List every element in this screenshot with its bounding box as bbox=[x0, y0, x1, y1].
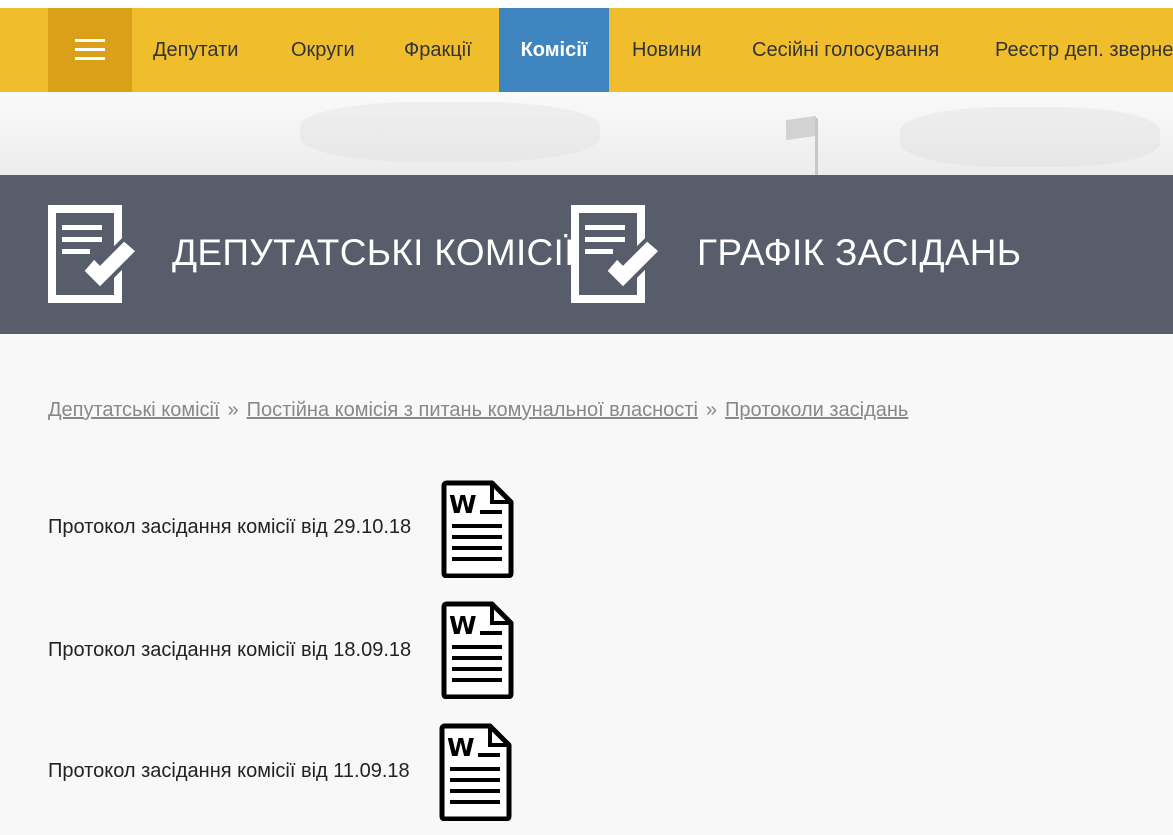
nav-item-session-votes[interactable]: Сесійні голосування bbox=[752, 8, 939, 92]
word-document-icon[interactable]: W bbox=[440, 601, 514, 699]
svg-text:W: W bbox=[449, 611, 477, 640]
breadcrumb: Депутатські комісії » Постійна комісія з п… bbox=[48, 398, 908, 422]
document-label: Протокол засідання комісії від 29.10.18 bbox=[48, 516, 412, 538]
breadcrumb-link-protocols[interactable]: Протоколи засідань bbox=[725, 399, 908, 421]
section-banner: ДЕПУТАТСЬКІ КОМІСІЇ ГРАФІК ЗАСІДАНЬ bbox=[0, 175, 1173, 334]
svg-text:W: W bbox=[449, 490, 477, 519]
breadcrumb-separator: » bbox=[227, 399, 239, 421]
document-check-icon bbox=[571, 205, 663, 303]
document-label: Протокол засідання комісії від 18.09.18 bbox=[48, 639, 412, 661]
breadcrumb-link-commissions[interactable]: Депутатські комісії bbox=[48, 399, 220, 421]
meeting-schedule-link[interactable]: ГРАФІК ЗАСІДАНЬ bbox=[697, 231, 1021, 275]
document-label: Протокол засідання комісії від 11.09.18 bbox=[48, 760, 410, 782]
breadcrumb-separator: » bbox=[705, 399, 718, 421]
menu-icon[interactable] bbox=[48, 8, 132, 92]
nav-item-deputies[interactable]: Депутати bbox=[153, 8, 238, 92]
nav-item-factions[interactable]: Фракції bbox=[404, 8, 472, 92]
nav-item-commissions[interactable]: Комісії bbox=[499, 8, 609, 92]
document-check-icon bbox=[48, 205, 140, 303]
word-document-icon[interactable]: W bbox=[438, 723, 512, 821]
word-document-icon[interactable]: W bbox=[440, 480, 514, 578]
flag-graphic bbox=[786, 115, 816, 141]
nav-item-appeals-registry[interactable]: Реєстр деп. звернень bbox=[995, 8, 1173, 92]
breadcrumb-link-communal-property[interactable]: Постійна комісія з питань комунальної вл… bbox=[247, 399, 698, 421]
main-navbar: Депутати Округи Фракції Комісії Новини С… bbox=[0, 8, 1173, 92]
top-spacer bbox=[0, 0, 1173, 8]
hero-background-image bbox=[0, 92, 1173, 175]
nav-item-districts[interactable]: Округи bbox=[291, 8, 355, 92]
svg-text:W: W bbox=[447, 733, 475, 762]
deputy-commissions-link[interactable]: ДЕПУТАТСЬКІ КОМІСІЇ bbox=[172, 231, 575, 275]
nav-item-news[interactable]: Новини bbox=[632, 8, 702, 92]
